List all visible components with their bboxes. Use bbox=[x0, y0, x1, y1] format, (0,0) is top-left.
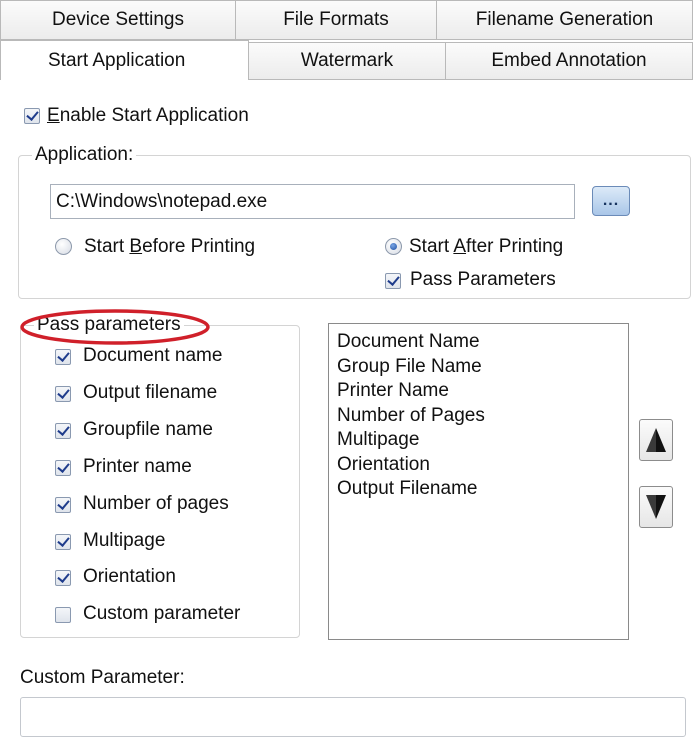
start-before-printing-radio[interactable] bbox=[55, 238, 72, 255]
start-before-printing-label[interactable]: Start Before Printing bbox=[84, 236, 255, 258]
param-label[interactable]: Document name bbox=[83, 345, 222, 367]
highlight-ellipse-shape bbox=[20, 309, 210, 345]
label-prefix: Start bbox=[84, 236, 130, 257]
list-item[interactable]: Printer Name bbox=[337, 379, 620, 404]
triangle-up-right-facet bbox=[656, 428, 666, 452]
tab-label: Filename Generation bbox=[475, 9, 654, 30]
triangle-up-left-facet bbox=[646, 428, 656, 452]
label-prefix: Start bbox=[409, 236, 454, 257]
parameter-order-items: Document Name Group File Name Printer Name… bbox=[337, 330, 620, 502]
tab-file-formats[interactable]: File Formats bbox=[235, 0, 437, 40]
param-checkbox[interactable] bbox=[55, 349, 71, 365]
triangle-down-left-facet bbox=[646, 495, 656, 519]
application-group bbox=[18, 155, 691, 299]
param-checkbox[interactable] bbox=[55, 570, 71, 586]
tab-watermark[interactable]: Watermark bbox=[248, 42, 446, 80]
custom-parameter-field[interactable] bbox=[20, 697, 686, 737]
custom-parameter-label: Custom Parameter: bbox=[20, 667, 185, 688]
enable-start-application-label[interactable]: Enable Start Application bbox=[47, 105, 249, 127]
tab-label: Embed Annotation bbox=[491, 50, 647, 71]
param-label[interactable]: Printer name bbox=[83, 456, 192, 478]
tab-label: Device Settings bbox=[51, 9, 184, 30]
triangle-down-right-facet bbox=[656, 495, 666, 519]
label-rest: efore Printing bbox=[142, 236, 256, 257]
param-checkbox[interactable] bbox=[55, 386, 71, 402]
tab-label: File Formats bbox=[283, 9, 389, 30]
highlight-ellipse bbox=[20, 309, 210, 345]
browse-label: ... bbox=[602, 192, 620, 209]
start-after-printing-radio[interactable] bbox=[385, 238, 402, 255]
parameter-order-list[interactable]: Document Name Group File Name Printer Name… bbox=[328, 323, 629, 640]
param-checkbox[interactable] bbox=[55, 460, 71, 476]
tab-embed-annotation[interactable]: Embed Annotation bbox=[445, 42, 693, 80]
pass-parameters-group bbox=[20, 325, 300, 638]
accelerator-key: A bbox=[453, 236, 467, 257]
param-checkbox[interactable] bbox=[55, 497, 71, 513]
pass-parameters-checkbox[interactable] bbox=[385, 273, 401, 289]
param-label[interactable]: Output filename bbox=[83, 382, 217, 404]
triangle-up-icon bbox=[646, 428, 666, 452]
param-checkbox[interactable] bbox=[55, 423, 71, 439]
accelerator-key: B bbox=[129, 236, 143, 257]
start-after-printing-label[interactable]: Start After Printing bbox=[409, 236, 563, 258]
tab-start-application[interactable]: Start Application bbox=[0, 40, 249, 80]
list-item[interactable]: Group File Name bbox=[337, 355, 620, 380]
pass-parameters-label[interactable]: Pass Parameters bbox=[410, 269, 556, 291]
list-item[interactable]: Output Filename bbox=[337, 477, 620, 502]
application-path-field[interactable]: C:\Windows\notepad.exe bbox=[50, 184, 575, 219]
application-legend: Application: bbox=[32, 144, 137, 166]
param-label[interactable]: Custom parameter bbox=[83, 603, 240, 625]
param-checkbox[interactable] bbox=[55, 607, 71, 623]
tab-filename-generation[interactable]: Filename Generation bbox=[436, 0, 693, 40]
browse-button[interactable]: ... bbox=[592, 186, 630, 216]
label-rest: nable Start Application bbox=[59, 105, 249, 126]
list-item[interactable]: Multipage bbox=[337, 428, 620, 453]
application-path-value: C:\Windows\notepad.exe bbox=[56, 190, 268, 212]
move-up-button[interactable] bbox=[639, 419, 673, 461]
param-label[interactable]: Number of pages bbox=[83, 493, 229, 515]
enable-start-application-checkbox[interactable] bbox=[24, 108, 40, 124]
param-checkbox[interactable] bbox=[55, 534, 71, 550]
list-item[interactable]: Orientation bbox=[337, 453, 620, 478]
tab-label: Watermark bbox=[300, 50, 394, 71]
list-item[interactable]: Document Name bbox=[337, 330, 620, 355]
accelerator-key: E bbox=[47, 105, 60, 126]
move-down-button[interactable] bbox=[639, 486, 673, 528]
label-rest: fter Printing bbox=[466, 236, 564, 257]
param-label[interactable]: Orientation bbox=[83, 566, 176, 588]
tab-label: Start Application bbox=[48, 49, 186, 71]
triangle-down-icon bbox=[646, 495, 666, 519]
list-item[interactable]: Number of Pages bbox=[337, 404, 620, 429]
param-label[interactable]: Multipage bbox=[83, 530, 165, 552]
tab-device-settings[interactable]: Device Settings bbox=[0, 0, 236, 40]
tab-divider bbox=[249, 79, 693, 80]
param-label[interactable]: Groupfile name bbox=[83, 419, 213, 441]
